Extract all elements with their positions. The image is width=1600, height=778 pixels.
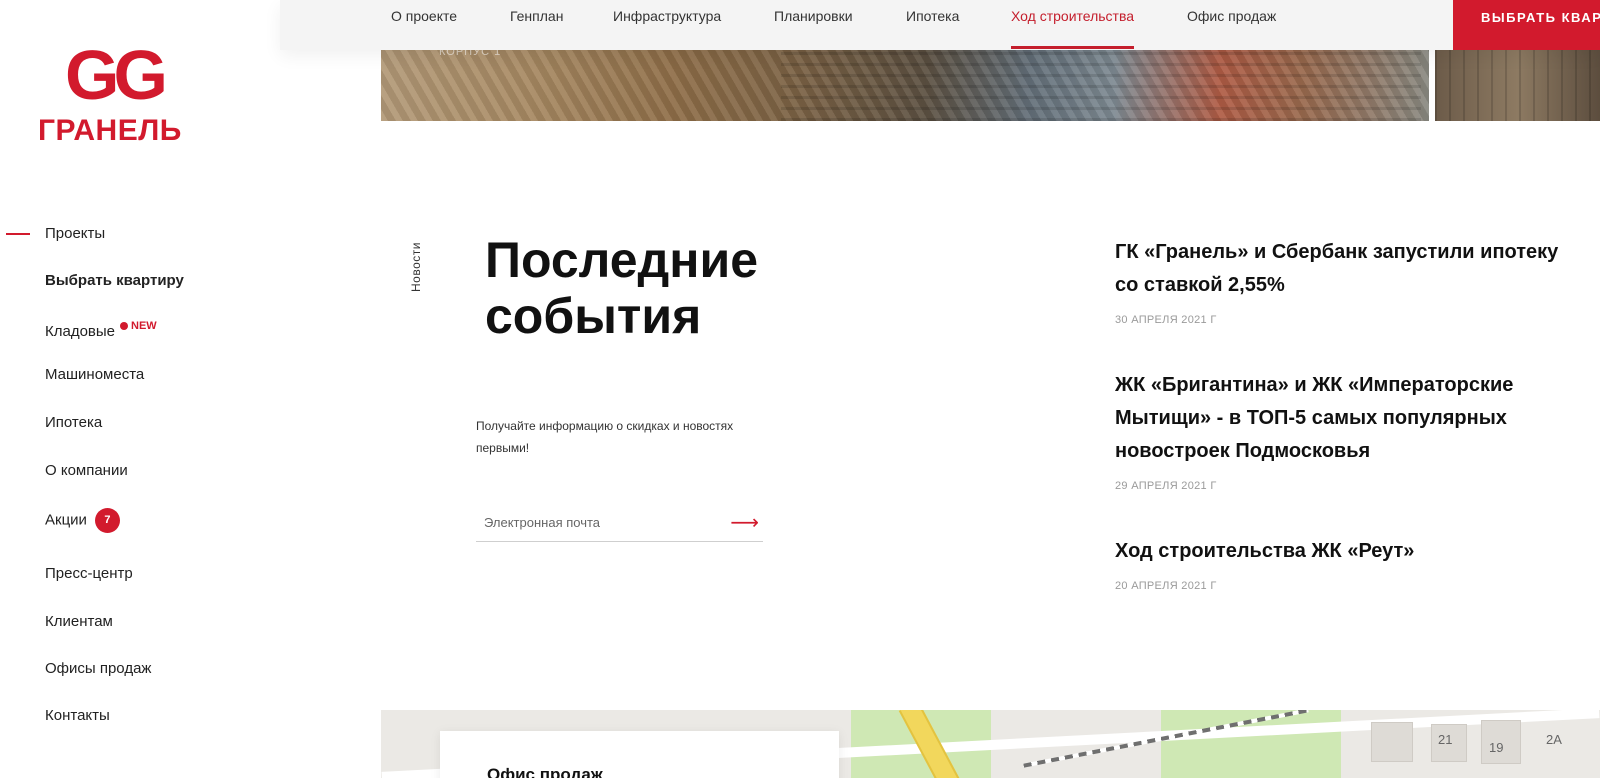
granel-logo[interactable]: GG ГРАНЕЛЬ [38, 40, 218, 160]
sidebar-item-sales-offices[interactable]: Офисы продаж [45, 660, 151, 677]
sidebar-item-contacts[interactable]: Контакты [45, 707, 110, 724]
map-house-number: 2А [1546, 732, 1562, 747]
email-field[interactable] [476, 507, 716, 537]
nav-item-about[interactable]: О проекте [391, 8, 457, 50]
nav-item-mortgage[interactable]: Ипотека [906, 8, 959, 50]
choose-apartment-button[interactable]: ВЫБРАТЬ КВАР [1453, 0, 1600, 50]
news-date: 20 АПРЕЛЯ 2021 Г [1115, 580, 1217, 592]
news-title[interactable]: Ход строительства ЖК «Реут» [1115, 535, 1585, 568]
section-label: Новости [409, 242, 423, 292]
news-title[interactable]: ГК «Гранель» и Сбербанк запустили ипотек… [1115, 236, 1585, 302]
sidebar-item-press-center[interactable]: Пресс-центр [45, 565, 133, 582]
news-date: 30 АПРЕЛЯ 2021 Г [1115, 314, 1217, 326]
sales-office-card: Офис продаж [440, 731, 839, 778]
promotions-count-badge: 7 [94, 508, 120, 533]
sidebar-item-promotions[interactable]: Акции 7 [45, 508, 120, 533]
map-house-number: 21 [1438, 732, 1453, 747]
news-item: ГК «Гранель» и Сбербанк запустили ипотек… [1115, 236, 1585, 326]
sidebar-item-choose-apartment[interactable]: Выбрать квартиру [45, 272, 184, 289]
news-title[interactable]: ЖК «Бригантина» и ЖК «Императорские Мыти… [1115, 369, 1585, 468]
arrow-right-icon[interactable]: ⟶ [730, 510, 759, 535]
sidebar-item-mortgage[interactable]: Ипотека [45, 414, 102, 431]
logo-wordmark: ГРАНЕЛЬ [38, 114, 182, 147]
section-title: Последние события [485, 232, 758, 344]
sidebar-item-storage[interactable]: Кладовые NEW [45, 320, 157, 340]
subscribe-form: ⟶ [476, 507, 763, 542]
map-house-number: 19 [1489, 740, 1504, 755]
sidebar-item-label: Акции [45, 511, 87, 529]
sidebar-item-label: Кладовые [45, 323, 116, 340]
sidebar-item-clients[interactable]: Клиентам [45, 613, 113, 630]
office-card-title: Офис продаж [487, 765, 603, 778]
dot-icon [120, 322, 129, 330]
title-line-1: Последние [485, 232, 759, 288]
sidebar-item-parking[interactable]: Машиноместа [45, 366, 144, 383]
map-building [1371, 722, 1413, 762]
active-marker [6, 233, 30, 235]
subscribe-text: Получайте информацию о скидках и новостя… [476, 419, 734, 455]
news-date: 29 АПРЕЛЯ 2021 Г [1115, 480, 1217, 492]
logo-mark: GG [65, 36, 168, 114]
nav-item-construction-progress[interactable]: Ход строительства [1011, 8, 1135, 50]
sidebar-item-company[interactable]: О компании [45, 462, 128, 479]
nav-item-infrastructure[interactable]: Инфраструктура [613, 8, 721, 50]
nav-item-sales-office[interactable]: Офис продаж [1187, 8, 1276, 50]
title-line-2: события [485, 288, 702, 344]
new-badge: NEW [131, 320, 157, 332]
news-item: ЖК «Бригантина» и ЖК «Императорские Мыти… [1115, 369, 1585, 492]
top-navigation: О проекте Генплан Инфраструктура Планиро… [280, 0, 1600, 50]
sidebar-item-projects[interactable]: Проекты [45, 225, 105, 242]
nav-item-layouts[interactable]: Планировки [774, 8, 853, 50]
nav-item-master-plan[interactable]: Генплан [510, 8, 563, 50]
news-item: Ход строительства ЖК «Реут» 20 АПРЕЛЯ 20… [1115, 535, 1585, 592]
